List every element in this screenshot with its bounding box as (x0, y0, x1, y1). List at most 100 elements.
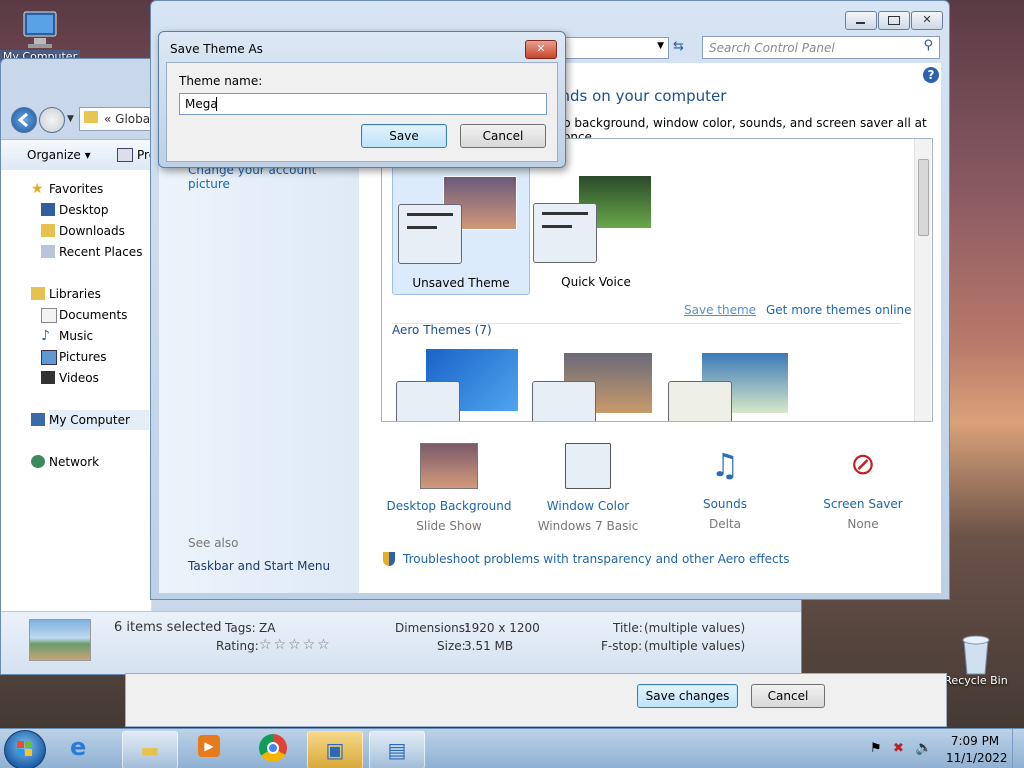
refresh-icon[interactable]: ⇆ (673, 39, 684, 54)
action-center-icon[interactable]: ⚑ (870, 741, 882, 756)
explorer-nav-pane: ★ Favorites Desktop Downloads Recent Plac… (1, 170, 152, 611)
desktop-icon-recycle-bin[interactable]: Recycle Bin (936, 632, 1016, 687)
sounds-option[interactable]: ♫ Sounds Delta (655, 443, 795, 531)
rating-stars[interactable]: ☆☆☆☆☆ (259, 637, 332, 653)
maximize-button[interactable] (878, 11, 910, 30)
ie-icon[interactable]: e (70, 733, 86, 761)
nav-label: Favorites (49, 182, 104, 196)
nav-label: Music (59, 329, 94, 343)
nav-label: Desktop (59, 203, 109, 217)
save-changes-button[interactable]: Save changes (637, 684, 738, 708)
theme-name-input[interactable]: Mega (179, 93, 547, 115)
dialog-title: Save Theme As (170, 42, 263, 56)
nav-item-music[interactable]: ♪ Music (41, 326, 94, 346)
start-button[interactable] (4, 730, 46, 768)
nav-label: My Computer (49, 413, 130, 427)
text-cursor (216, 97, 217, 111)
footer-cancel-button[interactable]: Cancel (751, 684, 825, 708)
nav-item-recent-places[interactable]: Recent Places (41, 242, 143, 262)
troubleshoot-link[interactable]: Troubleshoot problems with transparency … (403, 552, 790, 566)
window-color-icon (565, 443, 611, 489)
dialog-close-button[interactable]: ✕ (525, 40, 557, 59)
dialog-content: Theme name: Mega Save Cancel (166, 62, 558, 162)
get-more-themes-link[interactable]: Get more themes online (766, 303, 912, 317)
title-value[interactable]: (multiple values) (644, 621, 745, 635)
videos-icon (41, 371, 55, 384)
taskbar-control-panel-button[interactable]: ▤ (369, 731, 425, 768)
media-player-icon[interactable]: ▶ (198, 735, 220, 757)
option-title: Screen Saver (823, 497, 903, 511)
downloads-folder-icon (41, 224, 55, 237)
nav-item-videos[interactable]: Videos (41, 368, 99, 388)
dialog-save-button[interactable]: Save (361, 124, 447, 148)
rating-label: Rating: (216, 639, 259, 653)
dimensions-value: 1920 x 1200 (464, 621, 540, 635)
dimensions-label: Dimensions: (395, 621, 470, 635)
network-status-icon[interactable]: ✖ (893, 741, 904, 756)
aero-theme-thumb (668, 381, 732, 421)
option-title: Desktop Background (386, 499, 512, 513)
chrome-icon[interactable] (259, 734, 287, 762)
nav-item-network[interactable]: Network (31, 452, 100, 472)
desktop-icon-label: Recycle Bin (944, 674, 1008, 687)
nav-item-documents[interactable]: Documents (41, 305, 128, 325)
quick-voice-theme-tile[interactable]: Quick Voice (528, 163, 664, 293)
minimize-button[interactable] (845, 11, 877, 30)
history-dropdown-icon[interactable]: ▼ (67, 114, 74, 124)
save-theme-link[interactable]: Save theme (684, 303, 756, 317)
save-theme-dialog: Save Theme As ✕ Theme name: Mega Save Ca… (158, 31, 566, 168)
unsaved-theme-tile[interactable]: Unsaved Theme (392, 163, 530, 295)
selection-count: 6 items selected (114, 620, 222, 635)
theme-name-value: Mega (185, 97, 218, 111)
close-window-button[interactable]: ✕ (911, 11, 943, 30)
documents-icon (41, 308, 57, 323)
search-input[interactable]: Search Control Panel ⚲ (702, 36, 940, 59)
desktop-icon (41, 203, 55, 216)
forward-button[interactable] (39, 107, 65, 133)
nav-label: Network (49, 455, 100, 469)
nav-item-downloads[interactable]: Downloads (41, 221, 125, 241)
tags-value[interactable]: ZA (259, 621, 275, 635)
window-color-option[interactable]: Window Color Windows 7 Basic (518, 443, 658, 533)
nav-label: Downloads (59, 224, 125, 238)
see-also-label: See also (188, 536, 239, 550)
folder-icon (84, 111, 98, 123)
print-icon[interactable] (117, 148, 133, 162)
explorer-details-pane: 6 items selected Tags: ZA Rating: ☆☆☆☆☆ … (1, 611, 801, 674)
desktop-icon-my-computer[interactable]: My Computer (0, 8, 80, 63)
dialog-cancel-button[interactable]: Cancel (460, 124, 546, 148)
option-subtitle: Delta (708, 517, 741, 531)
nav-label: Libraries (49, 287, 101, 301)
screen-saver-option[interactable]: ⊘ Screen Saver None (793, 443, 933, 531)
personalization-footer: Save changes Cancel (125, 673, 947, 727)
address-bar[interactable]: « Global (79, 107, 161, 131)
libraries-icon (31, 287, 45, 300)
nav-label: Documents (59, 308, 128, 322)
clock-time[interactable]: 7:09 PM (950, 734, 1000, 748)
back-button[interactable] (11, 107, 37, 133)
address-dropdown[interactable]: ▼ (565, 37, 669, 59)
nav-item-my-computer[interactable]: My Computer (31, 410, 149, 430)
taskbar-photo-viewer-button[interactable]: ▣ (307, 731, 363, 768)
show-desktop-button[interactable] (1012, 729, 1024, 768)
nav-label: Recent Places (59, 245, 143, 259)
search-icon: ⚲ (923, 38, 933, 53)
taskbar-start-menu-link[interactable]: Taskbar and Start Menu (188, 559, 330, 573)
themes-scrollbar[interactable] (914, 139, 931, 421)
desktop-background-option[interactable]: Desktop Background Slide Show (379, 443, 519, 533)
music-icon: ♪ (41, 328, 50, 344)
nav-item-desktop[interactable]: Desktop (41, 200, 109, 220)
window-preview-icon (533, 203, 597, 263)
network-icon (31, 455, 45, 468)
help-icon[interactable]: ? (923, 67, 939, 83)
nav-item-pictures[interactable]: Pictures (41, 347, 107, 367)
taskbar-explorer-button[interactable]: ▬ (122, 731, 178, 768)
nav-item-libraries[interactable]: Libraries (31, 284, 101, 304)
organize-button[interactable]: Organize ▾ (27, 148, 91, 162)
title-label: Title: (613, 621, 643, 635)
address-crumb: « Global (104, 112, 154, 126)
clock-date[interactable]: 11/1/2022 (946, 751, 1008, 765)
nav-item-favorites[interactable]: ★ Favorites (31, 179, 104, 199)
computer-icon (31, 413, 45, 426)
volume-icon[interactable]: 🔈 (915, 740, 932, 756)
